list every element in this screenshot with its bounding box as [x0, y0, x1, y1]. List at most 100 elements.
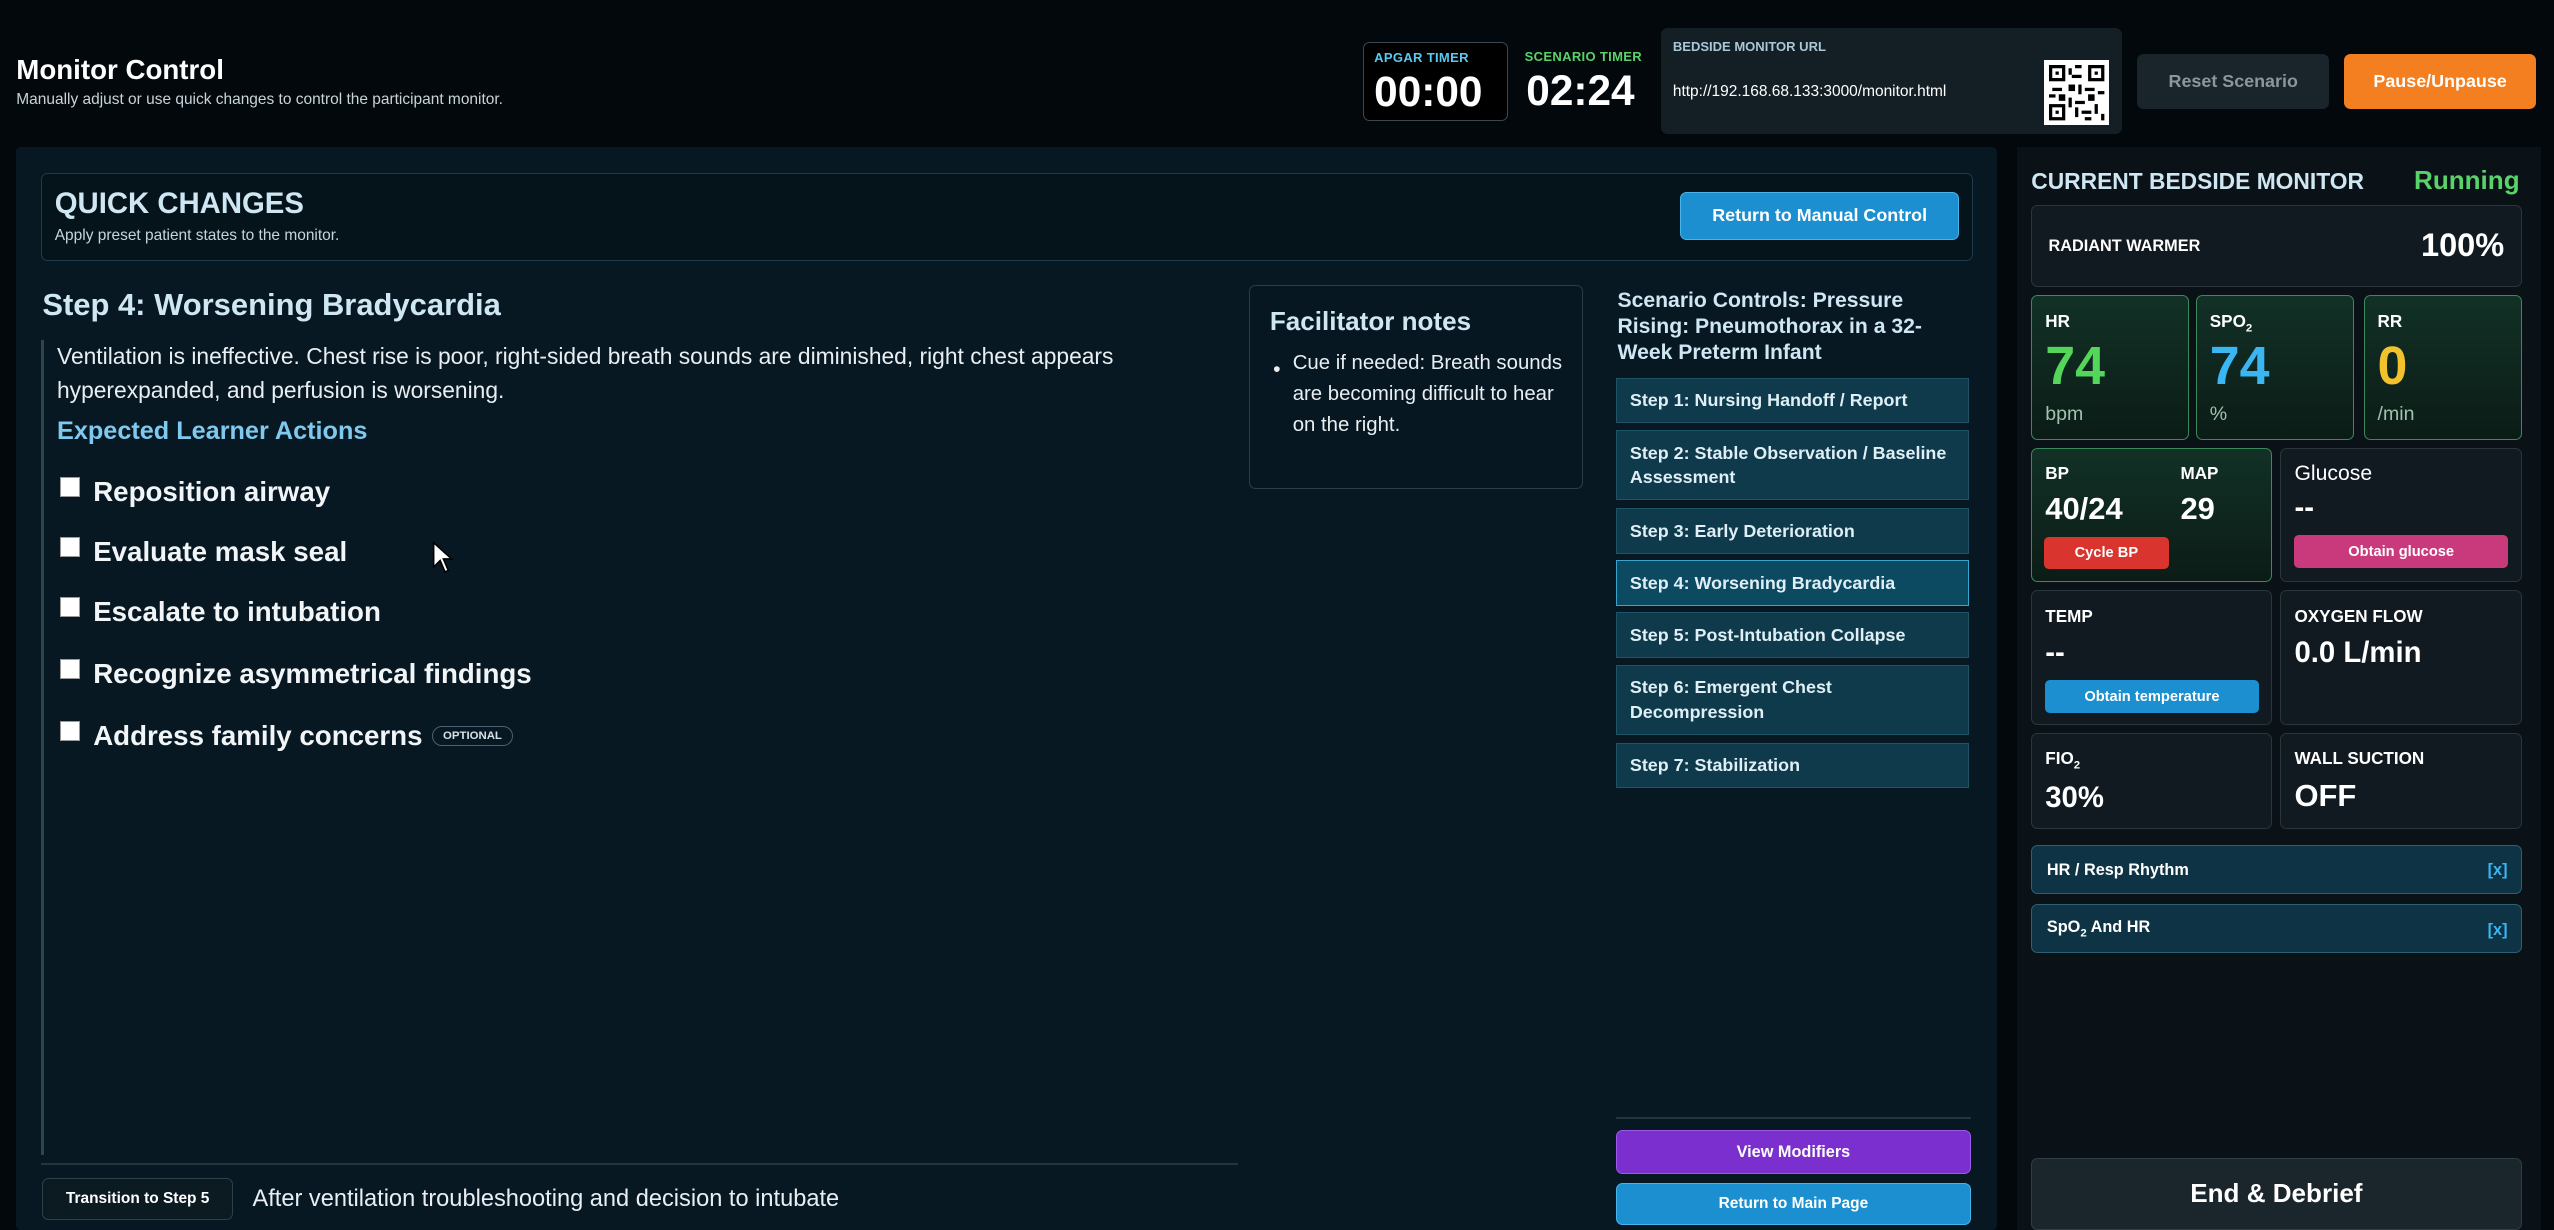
scenario-step-button[interactable]: Step 6: Emergent Chest Decompression [1615, 664, 1970, 735]
map-label: MAP [2180, 463, 2219, 483]
obtain-temperature-button[interactable]: Obtain temperature [2045, 680, 2259, 713]
action-checkbox[interactable] [60, 721, 81, 742]
oxygen-flow-label: OXYGEN FLOW [2294, 606, 2423, 626]
rr-card[interactable]: RR 0 /min [2363, 294, 2522, 440]
scenario-step-button[interactable]: Step 1: Nursing Handoff / Report [1615, 377, 1970, 424]
facilitator-notes: Facilitator notes • Cue if needed: Breat… [1249, 285, 1584, 489]
quick-changes-subtitle: Apply preset patient states to the monit… [54, 227, 340, 245]
facilitator-note-bullet: • [1273, 357, 1281, 381]
return-to-main-page-button[interactable]: Return to Main Page [1615, 1182, 1971, 1225]
mouse-cursor-icon [432, 540, 455, 581]
bp-label: BP [2045, 463, 2069, 483]
wall-suction-value: OFF [2294, 777, 2357, 813]
map-value: 29 [2180, 491, 2215, 527]
radiant-warmer-value: 100% [2420, 227, 2505, 264]
hr-label: HR [2045, 312, 2070, 332]
monitor-status: Running [2414, 164, 2520, 195]
glucose-label: Glucose [2294, 461, 2373, 485]
rr-value: 0 [2377, 335, 2408, 396]
spo2-hr-rhythm-bar[interactable]: SpO2 And HR [x] [2031, 904, 2522, 953]
close-icon[interactable]: [x] [2488, 921, 2508, 940]
scenario-timer: SCENARIO TIMER 02:24 [1525, 42, 1655, 120]
qr-code-icon[interactable] [2044, 60, 2110, 126]
spo2-label: SPO2 [2209, 312, 2253, 335]
wall-suction-card[interactable]: WALL SUCTION OFF [2280, 733, 2522, 830]
wall-suction-label: WALL SUCTION [2294, 748, 2425, 768]
bp-card[interactable]: BP MAP 40/24 29 Cycle BP [2031, 447, 2273, 582]
scenario-controls-title: Scenario Controls: Pressure Rising: Pneu… [1617, 289, 1922, 365]
action-label: Evaluate mask seal [93, 535, 348, 567]
transition-bar [40, 1163, 1238, 1165]
radiant-warmer-label: RADIANT WARMER [2048, 237, 2201, 256]
action-item[interactable]: Address family concerns OPTIONAL [60, 719, 513, 752]
cycle-bp-button[interactable]: Cycle BP [2043, 536, 2170, 570]
scenario-step-button[interactable]: Step 2: Stable Observation / Baseline As… [1615, 430, 1970, 501]
spo2-card[interactable]: SPO2 74 % [2195, 294, 2354, 440]
temp-card[interactable]: TEMP -- Obtain temperature [2031, 589, 2273, 725]
url-value[interactable]: http://192.168.68.133:3000/monitor.html [1673, 83, 1946, 101]
expected-actions-heading: Expected Learner Actions [57, 416, 368, 445]
scenario-step-button[interactable]: Step 5: Post-Intubation Collapse [1615, 612, 1970, 659]
action-item[interactable]: Evaluate mask seal [60, 536, 347, 568]
action-checkbox[interactable] [60, 537, 81, 557]
action-checkbox[interactable] [60, 659, 81, 680]
step-description: Ventilation is ineffective. Chest rise i… [57, 342, 1114, 403]
glucose-card[interactable]: Glucose -- Obtain glucose [2280, 447, 2522, 582]
action-checkbox[interactable] [60, 597, 81, 618]
return-to-manual-control-button[interactable]: Return to Manual Control [1680, 191, 1959, 241]
action-label: Address family concerns [93, 719, 423, 751]
optional-badge: OPTIONAL [432, 725, 513, 747]
hr-value: 74 [2045, 335, 2106, 396]
fio2-value: 30% [2045, 781, 2104, 815]
obtain-glucose-button[interactable]: Obtain glucose [2294, 535, 2508, 568]
spo2-unit: % [2209, 403, 2228, 426]
action-label: Recognize asymmetrical findings [93, 658, 532, 690]
pause-unpause-button[interactable]: Pause/Unpause [2343, 53, 2537, 110]
temp-label: TEMP [2045, 606, 2093, 626]
action-item[interactable]: Recognize asymmetrical findings [60, 658, 532, 690]
bp-value: 40/24 [2045, 491, 2123, 527]
facilitator-note-item: Cue if needed: Breath sounds are becomin… [1292, 351, 1563, 436]
scenario-step-button-active[interactable]: Step 4: Worsening Bradycardia [1615, 560, 1970, 606]
url-label: BEDSIDE MONITOR URL [1672, 39, 1826, 55]
hr-resp-rhythm-label: HR / Resp Rhythm [2046, 861, 2189, 880]
fio2-card[interactable]: FIO2 30% [2031, 733, 2273, 830]
monitor-title: CURRENT BEDSIDE MONITOR [2031, 167, 2364, 194]
scenario-step-button[interactable]: Step 7: Stabilization [1615, 742, 1970, 789]
apgar-timer-label: APGAR TIMER [1374, 49, 1469, 65]
action-item[interactable]: Escalate to intubation [60, 596, 381, 628]
view-modifiers-button[interactable]: View Modifiers [1615, 1130, 1971, 1175]
oxygen-flow-value: 0.0 L/min [2294, 636, 2422, 670]
action-item[interactable]: Reposition airway [60, 476, 330, 508]
scenario-divider [1615, 1117, 1971, 1120]
action-label: Reposition airway [93, 475, 331, 507]
apgar-timer: APGAR TIMER 00:00 [1363, 42, 1509, 121]
transition-text: After ventilation troubleshooting and de… [252, 1185, 840, 1212]
quick-changes-header: QUICK CHANGES Apply preset patient state… [40, 172, 1973, 261]
rr-label: RR [2377, 312, 2403, 332]
quick-changes-title: QUICK CHANGES [54, 186, 304, 220]
hr-resp-rhythm-bar[interactable]: HR / Resp Rhythm [x] [2031, 845, 2522, 895]
bedside-monitor-url-panel: BEDSIDE MONITOR URL http://192.168.68.13… [1661, 27, 2123, 134]
action-checkbox[interactable] [60, 476, 81, 497]
page-title: Monitor Control [16, 53, 224, 85]
spo2-value: 74 [2209, 335, 2270, 396]
hr-card[interactable]: HR 74 bpm [2031, 294, 2190, 440]
page-subtitle: Manually adjust or use quick changes to … [16, 91, 503, 109]
spo2-hr-rhythm-label: SpO2 And HR [2046, 918, 2151, 940]
oxygen-flow-card[interactable]: OXYGEN FLOW 0.0 L/min [2280, 589, 2522, 725]
end-debrief-button[interactable]: End & Debrief [2031, 1158, 2522, 1230]
temp-value: -- [2045, 636, 2065, 670]
scenario-step-button[interactable]: Step 3: Early Deterioration [1615, 508, 1970, 554]
hr-unit: bpm [2045, 403, 2084, 426]
scenario-timer-value: 02:24 [1526, 66, 1635, 114]
reset-scenario-button[interactable]: Reset Scenario [2137, 53, 2330, 110]
step-left-border [40, 340, 44, 1155]
step-title: Step 4: Worsening Bradycardia [42, 286, 501, 322]
rr-unit: /min [2377, 403, 2415, 426]
apgar-timer-value: 00:00 [1374, 67, 1483, 115]
transition-step-button[interactable]: Transition to Step 5 [42, 1177, 233, 1221]
close-icon[interactable]: [x] [2488, 861, 2508, 880]
fio2-label: FIO2 [2045, 748, 2081, 772]
radiant-warmer-card[interactable]: RADIANT WARMER 100% [2031, 205, 2522, 287]
